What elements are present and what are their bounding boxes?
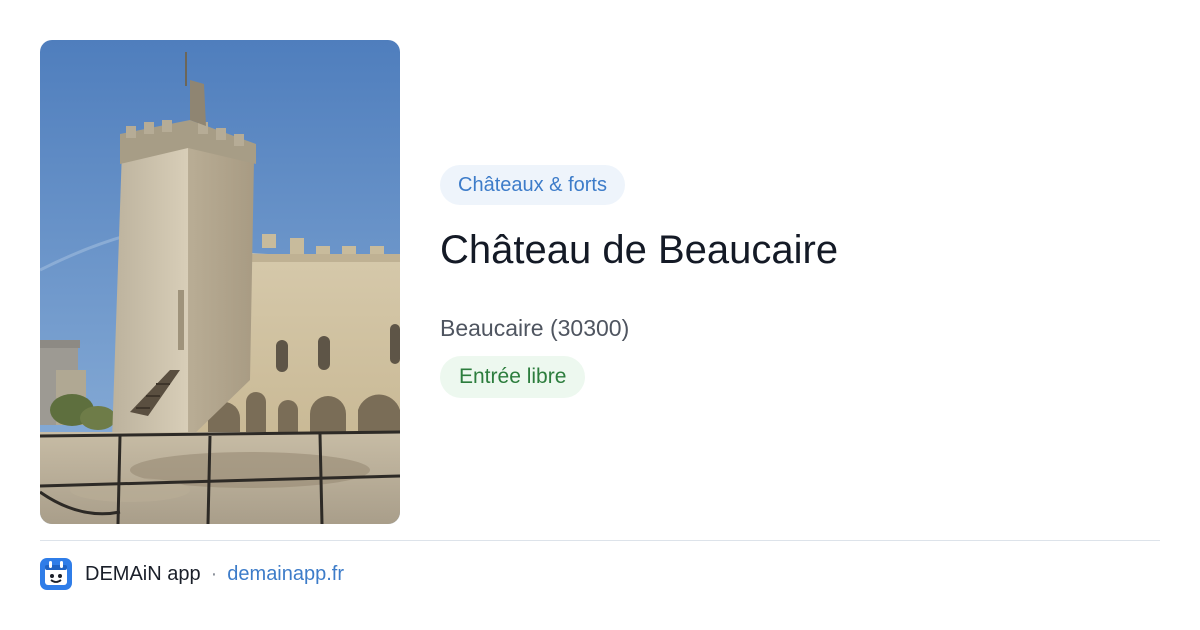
place-info: Châteaux & forts Château de Beaucaire Be… [440, 165, 1160, 398]
access-badge: Entrée libre [440, 356, 586, 398]
place-location: Beaucaire (30300) [440, 315, 630, 341]
place-title: Château de Beaucaire [440, 228, 839, 272]
footer: DEMAiN app · demainapp.fr [40, 558, 344, 590]
app-name: DEMAiN app [85, 562, 201, 585]
castle-photo-illustration [40, 40, 400, 524]
app-url-link[interactable]: demainapp.fr [227, 563, 344, 586]
place-photo [40, 40, 400, 524]
footer-divider [40, 540, 1160, 541]
category-chip[interactable]: Châteaux & forts [440, 165, 625, 205]
footer-separator: · [210, 562, 218, 585]
demain-app-logo-icon [40, 558, 72, 590]
